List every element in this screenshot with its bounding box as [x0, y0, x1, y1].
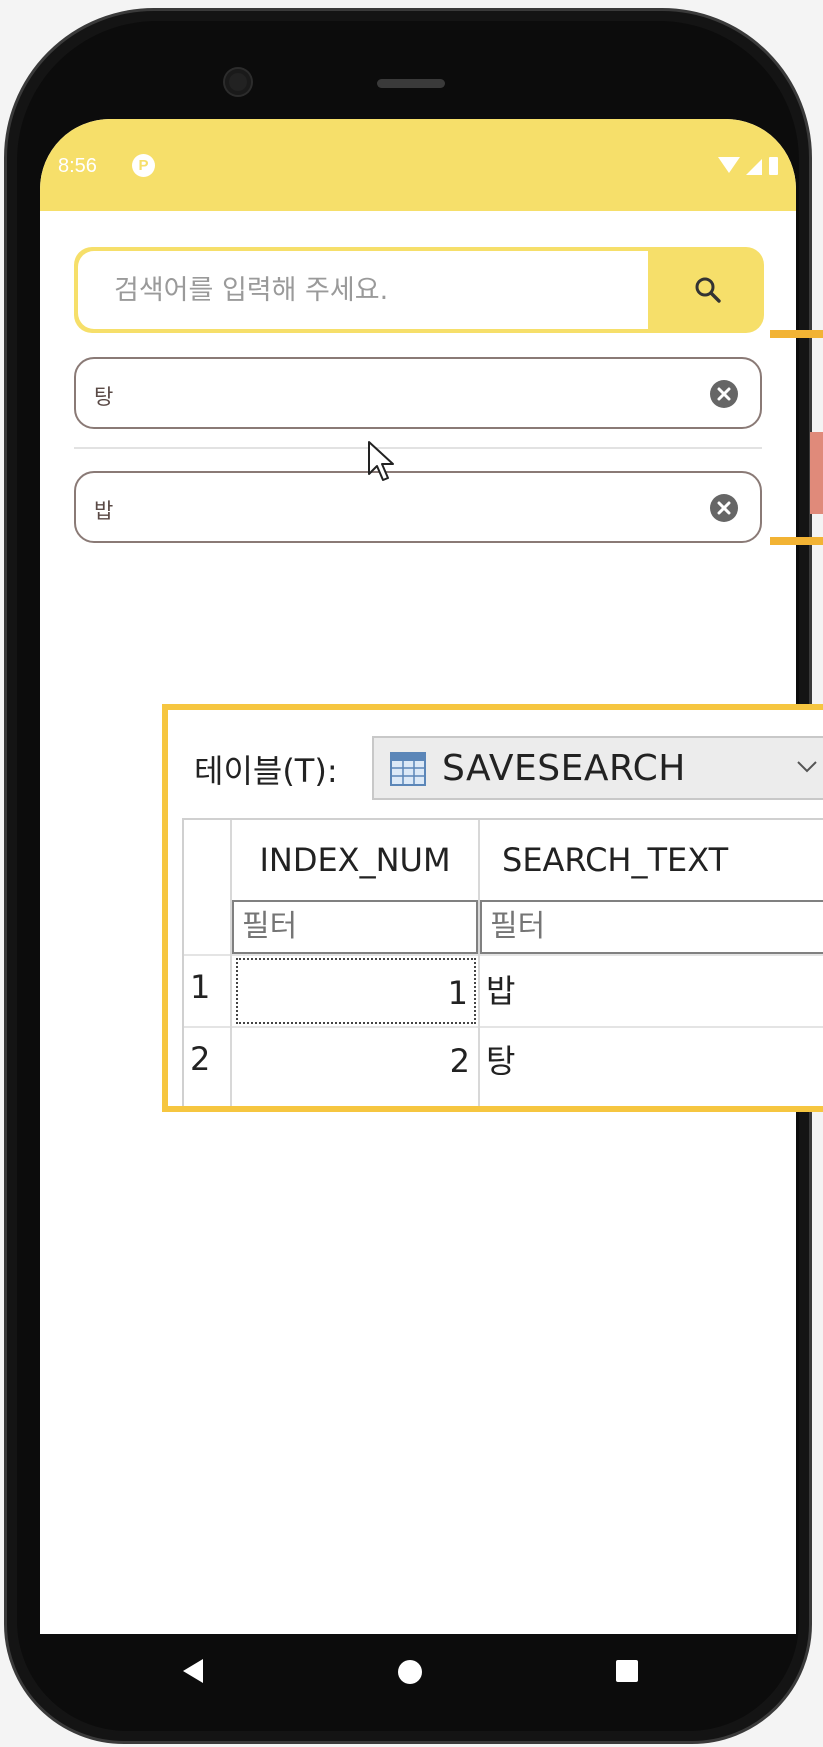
recent-search-item[interactable]: 밥	[74, 471, 762, 543]
column-header-index-num[interactable]: INDEX_NUM	[232, 820, 480, 900]
table-cell-search-text[interactable]: 탕	[486, 1028, 786, 1094]
row-number: 1	[190, 968, 211, 1006]
battery-icon	[769, 157, 778, 175]
row-header-corner	[184, 820, 232, 900]
search-input[interactable]	[78, 251, 648, 329]
status-time: 8:56	[58, 155, 97, 177]
edge-marker-top	[770, 330, 823, 338]
clear-circle-icon	[717, 387, 731, 401]
clear-circle-icon	[717, 501, 731, 515]
edge-red-marker	[810, 432, 823, 514]
search-icon	[695, 277, 721, 303]
db-browser-panel: 테이블(T): SAVESEARCH INDEX_NUM SEARCH_TEXT…	[162, 704, 823, 1112]
status-bar: 8:56 P	[40, 119, 796, 211]
wifi-icon	[718, 157, 740, 173]
mouse-cursor-icon	[368, 441, 394, 481]
column-header-search-text[interactable]: SEARCH_TEXT	[480, 820, 823, 900]
list-divider	[74, 447, 762, 449]
signal-icon	[746, 159, 762, 175]
home-circle-icon[interactable]	[397, 1659, 423, 1685]
data-table: INDEX_NUM SEARCH_TEXT 1 1 밥 2 2 탕	[182, 818, 823, 1106]
selected-table-name: SAVESEARCH	[442, 748, 686, 789]
search-bar	[74, 247, 764, 333]
recent-search-text: 밥	[94, 499, 114, 523]
front-camera	[225, 69, 251, 95]
recent-search-item[interactable]: 탕	[74, 357, 762, 429]
table-select[interactable]: SAVESEARCH	[372, 736, 823, 800]
recent-square-icon[interactable]	[615, 1659, 639, 1683]
clear-button[interactable]	[710, 380, 738, 408]
table-cell-index-num[interactable]: 1	[236, 958, 476, 1024]
table-icon	[390, 752, 426, 786]
search-button[interactable]	[652, 247, 764, 333]
notification-app-icon: P	[132, 154, 155, 177]
status-icons	[718, 157, 778, 175]
column-divider	[478, 820, 480, 1106]
earpiece-speaker	[377, 79, 445, 88]
clear-button[interactable]	[710, 494, 738, 522]
table-label: 테이블(T):	[194, 752, 338, 790]
back-triangle-icon[interactable]	[181, 1657, 205, 1685]
row-number: 2	[190, 1040, 211, 1078]
edge-marker-bottom	[770, 537, 823, 545]
column-divider	[230, 820, 232, 1106]
filter-input-index-num[interactable]	[232, 900, 478, 954]
filter-input-search-text[interactable]	[480, 900, 823, 954]
row-separator	[184, 954, 823, 956]
table-cell-search-text[interactable]: 밥	[486, 958, 786, 1024]
table-cell-index-num[interactable]: 2	[236, 1028, 476, 1094]
chevron-down-icon	[797, 761, 817, 773]
recent-search-text: 탕	[94, 385, 114, 409]
